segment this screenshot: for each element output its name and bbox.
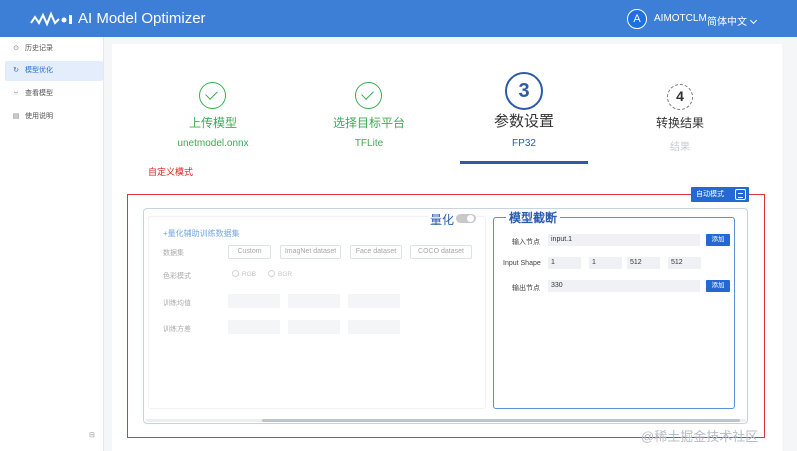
quantization-title: 量化	[428, 211, 457, 228]
truncation-title: 模型截断	[506, 209, 561, 226]
auto-mode-button[interactable]: 自动模式	[691, 187, 749, 202]
step-subtitle: FP32	[512, 138, 536, 149]
output-node-label: 输出节点	[512, 285, 540, 292]
check-icon	[355, 82, 382, 109]
mean-input[interactable]	[228, 294, 280, 308]
radio-label: BGR	[278, 271, 293, 278]
active-step-indicator	[460, 161, 588, 164]
sidebar-item-history[interactable]: ⊙ 历史记录	[5, 39, 103, 59]
shape-field[interactable]: 1	[548, 257, 581, 269]
mode-label: 自定义模式	[148, 167, 194, 177]
step-number: 3	[505, 72, 543, 110]
sidebar-item-label: 历史记录	[25, 45, 53, 52]
shape-field[interactable]: 1	[589, 257, 622, 269]
sidebar-item-optimize[interactable]: ↻ 模型优化	[5, 61, 103, 81]
std-input[interactable]	[288, 320, 340, 334]
radio-label: RGB	[242, 271, 257, 278]
scrollbar-thumb[interactable]	[262, 419, 740, 422]
input-node-label: 输入节点	[512, 239, 540, 246]
mean-input[interactable]	[348, 294, 400, 308]
check-icon	[199, 82, 226, 109]
mean-input[interactable]	[288, 294, 340, 308]
step-subtitle: 结果	[670, 142, 690, 153]
collapse-icon[interactable]: ⊟	[89, 431, 95, 439]
shape-field[interactable]: 512	[668, 257, 701, 269]
mean-label: 训练均值	[163, 300, 191, 307]
app-logo-icon	[30, 11, 72, 27]
view-model-icon: ⑂	[13, 90, 19, 97]
shape-field[interactable]: 512	[627, 257, 660, 269]
app-title: AI Model Optimizer	[78, 10, 206, 27]
sidebar-item-label: 模型优化	[25, 67, 53, 74]
switch-icon	[735, 189, 746, 200]
add-output-button[interactable]: 添加	[706, 280, 730, 292]
username[interactable]: AIMOTCLM	[654, 13, 707, 24]
radio-rgb[interactable]: RGB	[232, 270, 256, 278]
sidebar-item-docs[interactable]: ▤ 使用说明	[5, 107, 103, 127]
std-input[interactable]	[348, 320, 400, 334]
std-label: 训练方差	[163, 326, 191, 333]
radio-icon	[268, 270, 275, 277]
step-subtitle: TFLite	[354, 138, 384, 149]
add-dataset-link[interactable]: +量化辅助训练数据集	[163, 228, 240, 239]
input-node-field[interactable]: input.1	[548, 234, 700, 246]
step-subtitle: unetmodel.onnx	[177, 138, 249, 149]
chevron-down-icon	[749, 16, 758, 25]
add-input-button[interactable]: 添加	[706, 234, 730, 246]
watermark: @稀土掘金技术社区	[641, 429, 759, 444]
history-icon: ⊙	[13, 45, 19, 52]
radio-icon	[232, 270, 239, 277]
input-shape-label: Input Shape	[503, 260, 541, 267]
docs-icon: ▤	[12, 113, 20, 120]
dataset-option[interactable]: ImagNet dataset	[280, 245, 341, 259]
radio-bgr[interactable]: BGR	[268, 270, 292, 278]
dataset-option[interactable]: COCO dataset	[410, 245, 472, 259]
avatar[interactable]: A	[627, 9, 647, 29]
sidebar-item-label: 使用说明	[25, 113, 53, 120]
std-input[interactable]	[228, 320, 280, 334]
quantization-toggle[interactable]	[456, 214, 476, 223]
output-node-field[interactable]: 330	[548, 280, 700, 292]
sidebar-item-view-model[interactable]: ⑂ 查看模型	[5, 84, 103, 104]
color-mode-label: 色彩模式	[163, 273, 191, 280]
step-title: 转换结果	[655, 116, 705, 130]
optimize-icon: ↻	[13, 67, 19, 74]
step-title: 选择目标平台	[332, 116, 406, 130]
dataset-label: 数据集	[163, 250, 184, 257]
step-title: 参数设置	[493, 113, 555, 130]
sidebar-item-label: 查看模型	[25, 90, 53, 97]
dataset-option[interactable]: Custom	[228, 245, 271, 259]
auto-mode-label: 自动模式	[696, 191, 724, 198]
top-bar: AI Model Optimizer A AIMOTCLM 简体中文	[0, 0, 797, 37]
language-selector[interactable]: 简体中文	[707, 13, 758, 28]
step-number: 4	[667, 84, 693, 110]
language-label: 简体中文	[707, 17, 747, 28]
dataset-option[interactable]: Face dataset	[350, 245, 402, 259]
step-title: 上传模型	[188, 116, 238, 130]
